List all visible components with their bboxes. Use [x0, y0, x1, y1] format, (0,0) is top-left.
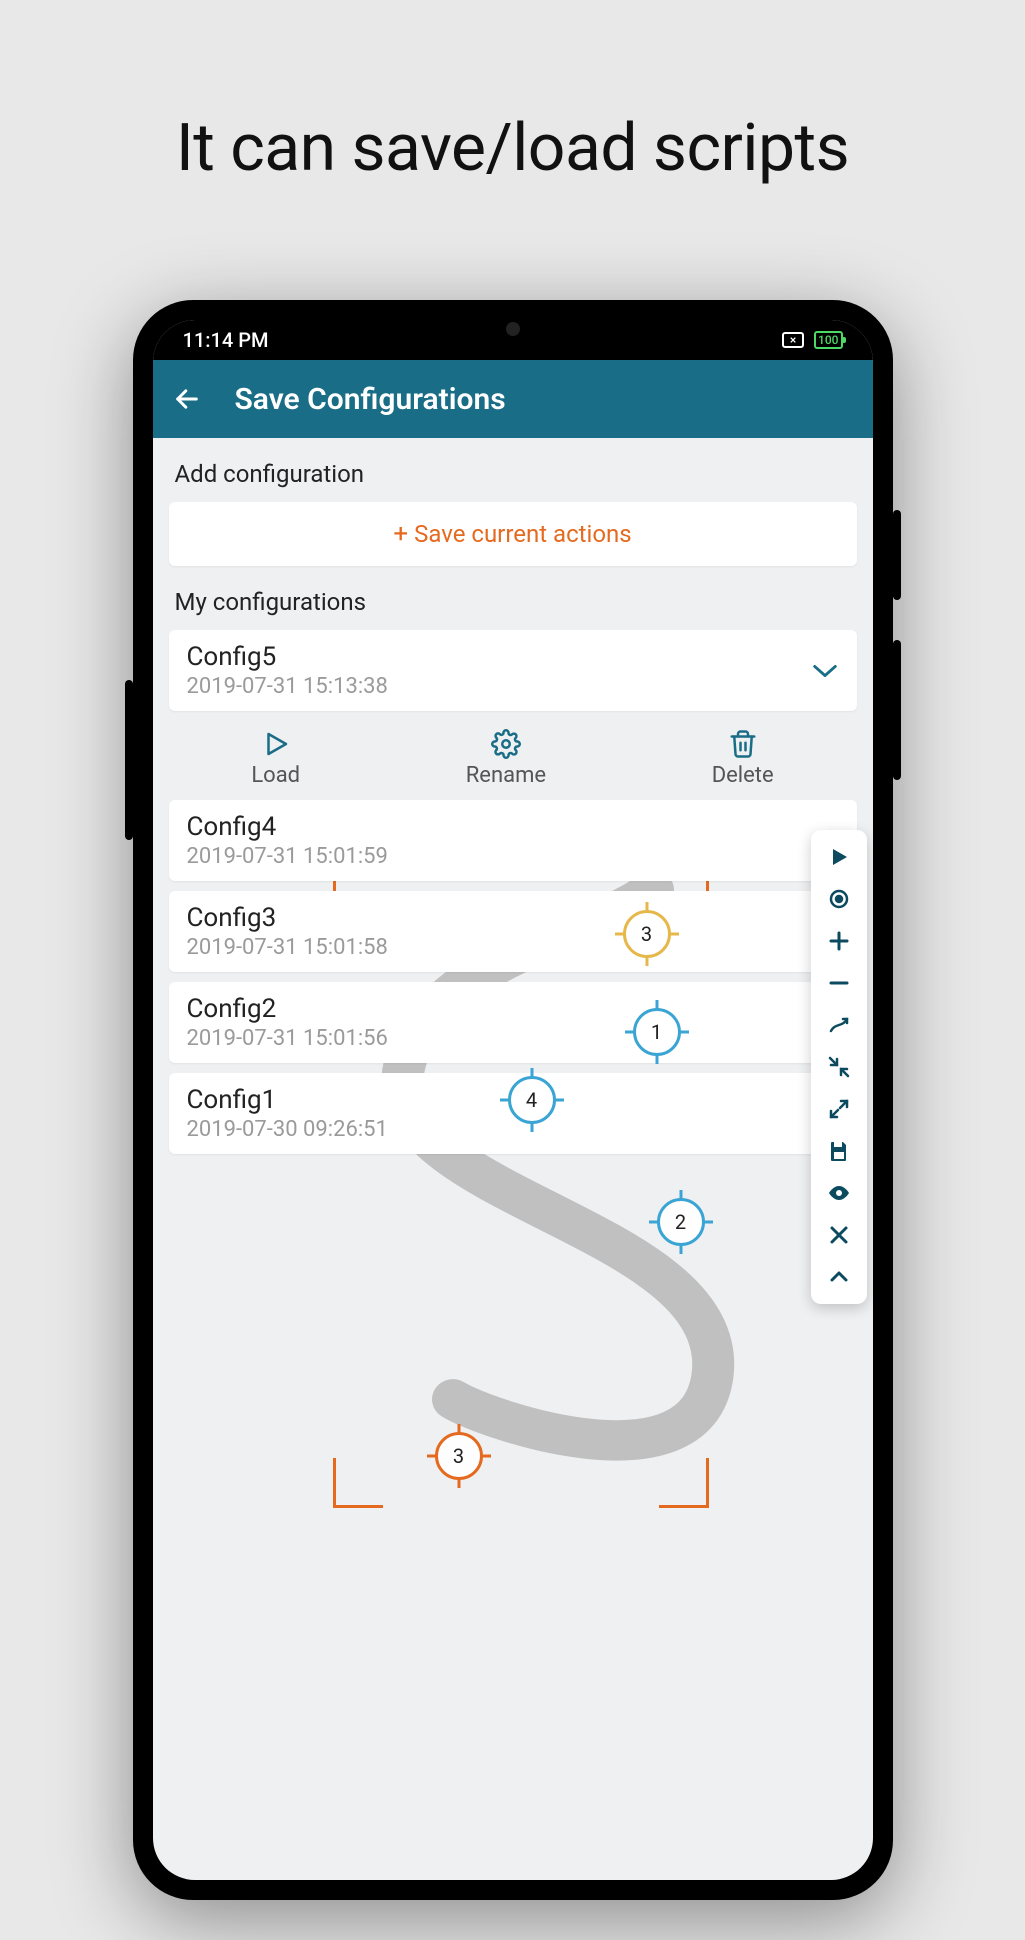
delete-button[interactable]: Delete [712, 729, 774, 788]
config-name: Config5 [187, 642, 388, 672]
page-title: Save Configurations [235, 382, 506, 417]
frame-corner-icon [333, 1458, 383, 1508]
play-icon [261, 729, 291, 759]
save-icon [827, 1139, 851, 1163]
config-name: Config3 [187, 903, 388, 933]
save-current-actions-button[interactable]: + Save current actions [169, 502, 857, 566]
record-icon [827, 887, 851, 911]
config-name: Config2 [187, 994, 388, 1024]
config-item[interactable]: Config4 2019-07-31 15:01:59 [169, 800, 857, 881]
close-tool[interactable] [817, 1214, 861, 1256]
trash-icon [728, 729, 758, 759]
rename-button[interactable]: Rename [466, 729, 546, 788]
play-icon [827, 845, 851, 869]
pinch-out-tool[interactable] [817, 1088, 861, 1130]
config-item[interactable]: Config2 2019-07-31 15:01:56 [169, 982, 857, 1063]
config-item[interactable]: Config1 2019-07-30 09:26:51 [169, 1073, 857, 1154]
phone-side-button [893, 510, 901, 600]
delete-label: Delete [712, 763, 774, 788]
app-bar: Save Configurations [153, 360, 873, 438]
section-label-add: Add configuration [169, 438, 857, 502]
chevron-up-icon [827, 1265, 851, 1289]
target-icon: 2 [657, 1198, 705, 1246]
pinch-in-tool[interactable] [817, 1046, 861, 1088]
chevron-down-icon [811, 663, 839, 679]
screen-content: Add configuration + Save current actions… [153, 438, 873, 1880]
minus-icon [827, 971, 851, 995]
close-icon [827, 1223, 851, 1247]
rename-label: Rename [466, 763, 546, 788]
section-label-my: My configurations [169, 566, 857, 630]
config-action-row: Load Rename Delete [169, 721, 857, 800]
config-date: 2019-07-31 15:01:59 [187, 844, 388, 869]
config-date: 2019-07-31 15:13:38 [187, 674, 388, 699]
collapse-tool[interactable] [817, 1256, 861, 1298]
config-name: Config4 [187, 812, 388, 842]
save-current-label: Save current actions [414, 520, 632, 548]
config-date: 2019-07-31 15:01:58 [187, 935, 388, 960]
add-tool[interactable] [817, 920, 861, 962]
status-close-icon: × [782, 332, 804, 348]
marketing-headline: It can save/load scripts [0, 110, 1025, 187]
pinch-out-icon [827, 1097, 851, 1121]
phone-screen: 11:14 PM × 100 Save Configurations [153, 320, 873, 1880]
record-tool[interactable] [817, 878, 861, 920]
floating-toolbar[interactable] [811, 830, 867, 1304]
eye-icon [827, 1181, 851, 1205]
status-time: 11:14 PM [183, 328, 269, 352]
save-tool[interactable] [817, 1130, 861, 1172]
config-item[interactable]: Config5 2019-07-31 15:13:38 [169, 630, 857, 711]
pinch-in-icon [827, 1055, 851, 1079]
status-bar: 11:14 PM × 100 [153, 320, 873, 360]
frame-corner-icon [659, 1458, 709, 1508]
plus-icon: + [393, 519, 408, 549]
plus-icon [827, 929, 851, 953]
config-item[interactable]: Config3 2019-07-31 15:01:58 [169, 891, 857, 972]
load-button[interactable]: Load [251, 729, 300, 788]
phone-frame: 11:14 PM × 100 Save Configurations [133, 300, 893, 1900]
config-date: 2019-07-31 15:01:56 [187, 1026, 388, 1051]
load-label: Load [251, 763, 300, 788]
gear-icon [491, 729, 521, 759]
remove-tool[interactable] [817, 962, 861, 1004]
phone-side-button [125, 680, 133, 840]
back-button[interactable] [173, 385, 201, 413]
config-name: Config1 [187, 1085, 388, 1115]
config-date: 2019-07-30 09:26:51 [187, 1117, 388, 1142]
visibility-tool[interactable] [817, 1172, 861, 1214]
swipe-tool[interactable] [817, 1004, 861, 1046]
target-icon: 3 [435, 1432, 483, 1480]
swipe-icon [827, 1013, 851, 1037]
phone-side-button [893, 640, 901, 780]
play-tool[interactable] [817, 836, 861, 878]
battery-indicator: 100 [814, 331, 842, 349]
